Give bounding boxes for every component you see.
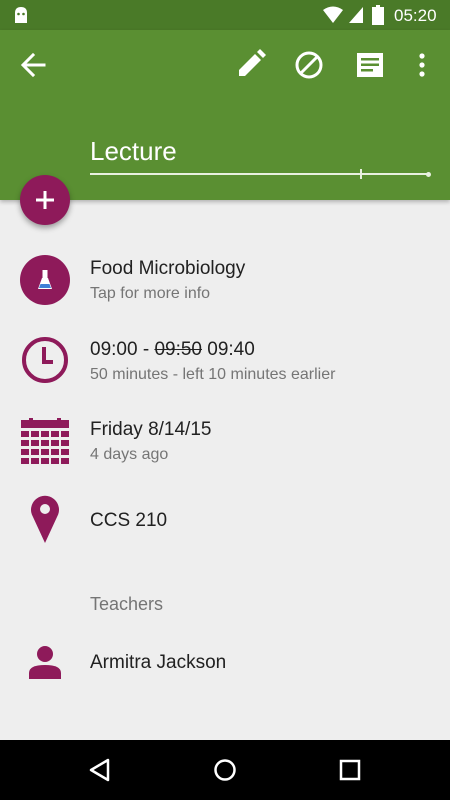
calendar-icon [21,418,69,464]
location-pin-icon [31,495,59,543]
subject-hint: Tap for more info [90,285,211,302]
back-nav-icon[interactable] [88,758,112,782]
duration-note: 50 minutes - left 10 minutes earlier [90,366,336,383]
wifi-icon [323,6,343,23]
person-icon [29,646,61,679]
location-room: CCS 210 [90,510,168,531]
add-button[interactable] [20,175,70,225]
status-time: 05:20 [394,6,437,25]
home-nav-icon[interactable] [213,758,237,782]
flask-icon [20,255,70,305]
date-relative: 4 days ago [90,446,169,463]
time-row[interactable]: 09:00 - 09:50 09:40 50 minutes - left 10… [0,330,450,394]
text-cursor-handle [360,169,362,179]
signal-icon [349,7,363,23]
status-bar: 05:20 [0,0,450,30]
cancel-icon[interactable] [294,50,324,80]
teachers-header: Teachers [90,594,164,614]
date-row[interactable]: Friday 8/14/15 4 days ago [0,410,450,474]
plus-icon [36,191,54,209]
notification-icon [15,7,27,23]
subject-row[interactable]: Food Microbiology Tap for more info [0,246,450,316]
notes-icon[interactable] [356,52,384,78]
more-vert-icon[interactable] [414,52,430,78]
teacher-list-item[interactable]: Armitra Jackson [0,640,450,686]
arrow-back-icon[interactable] [20,51,48,79]
recents-nav-icon[interactable] [339,759,361,781]
new-end-time: 09:40 [207,339,255,360]
location-row[interactable]: CCS 210 [0,490,450,550]
time-separator: - [137,339,155,360]
start-time: 09:00 [90,339,138,360]
subject-name: Food Microbiology [90,258,246,279]
underline-end-dot [426,172,431,177]
navigation-bar [0,740,450,800]
edit-icon[interactable] [236,49,266,79]
clock-icon [22,337,68,383]
date-value: Friday 8/14/15 [90,419,212,440]
title-input[interactable]: Lecture [90,136,177,167]
original-end-time: 09:50 [154,339,202,360]
title-underline [90,173,430,175]
time-range: 09:00 - 09:50 09:40 [90,339,255,361]
teacher-name: Armitra Jackson [90,652,227,673]
battery-icon [372,5,384,25]
